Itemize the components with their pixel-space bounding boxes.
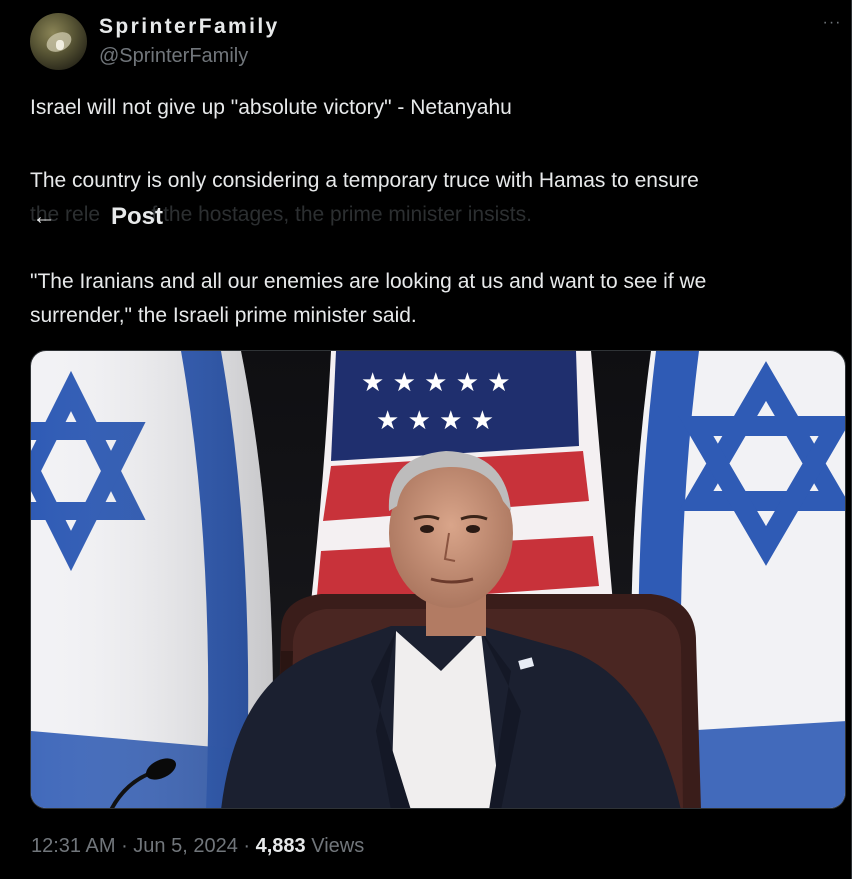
tweet-date[interactable]: Jun 5, 2024	[133, 835, 238, 857]
svg-text:★ ★ ★ ★ ★: ★ ★ ★ ★ ★	[361, 368, 511, 398]
more-icon[interactable]: ···	[818, 15, 846, 34]
svg-text:★ ★ ★ ★: ★ ★ ★ ★	[376, 406, 494, 436]
views-count[interactable]: 4,883	[256, 835, 306, 857]
tweet-photo[interactable]: ★ ★ ★ ★ ★ ★ ★ ★ ★	[30, 350, 846, 809]
tweet-footer: 12:31 AM · Jun 5, 2024 · 4,883 Views	[31, 835, 364, 858]
avatar-highlight	[56, 40, 64, 50]
tweet-headline: Israel will not give up "absolute victor…	[30, 96, 512, 119]
user-handle[interactable]: @SprinterFamily	[99, 45, 248, 68]
tweet-paragraph-3-line-1: "The Iranians and all our enemies are lo…	[30, 270, 707, 293]
separator: ·	[115, 835, 134, 857]
page-title: Post	[111, 203, 164, 230]
separator: ·	[237, 835, 256, 857]
views-label: Views	[305, 835, 365, 857]
tweet-paragraph-3: "The Iranians and all our enemies are lo…	[30, 265, 706, 333]
faded-text-rest: f the hostages, the prime minister insis…	[151, 203, 532, 226]
back-arrow-icon[interactable]: ←	[32, 202, 56, 232]
avatar[interactable]	[30, 13, 87, 70]
tweet-paragraph-3-line-2: surrender," the Israeli prime minister s…	[30, 304, 417, 327]
israel-flag-left	[31, 351, 273, 808]
tweet-time[interactable]: 12:31 AM	[31, 835, 116, 857]
tweet-paragraph-2-line-1: The country is only considering a tempor…	[30, 169, 699, 192]
photo-illustration: ★ ★ ★ ★ ★ ★ ★ ★ ★	[31, 351, 845, 808]
display-name[interactable]: SprinterFamily	[99, 15, 280, 39]
